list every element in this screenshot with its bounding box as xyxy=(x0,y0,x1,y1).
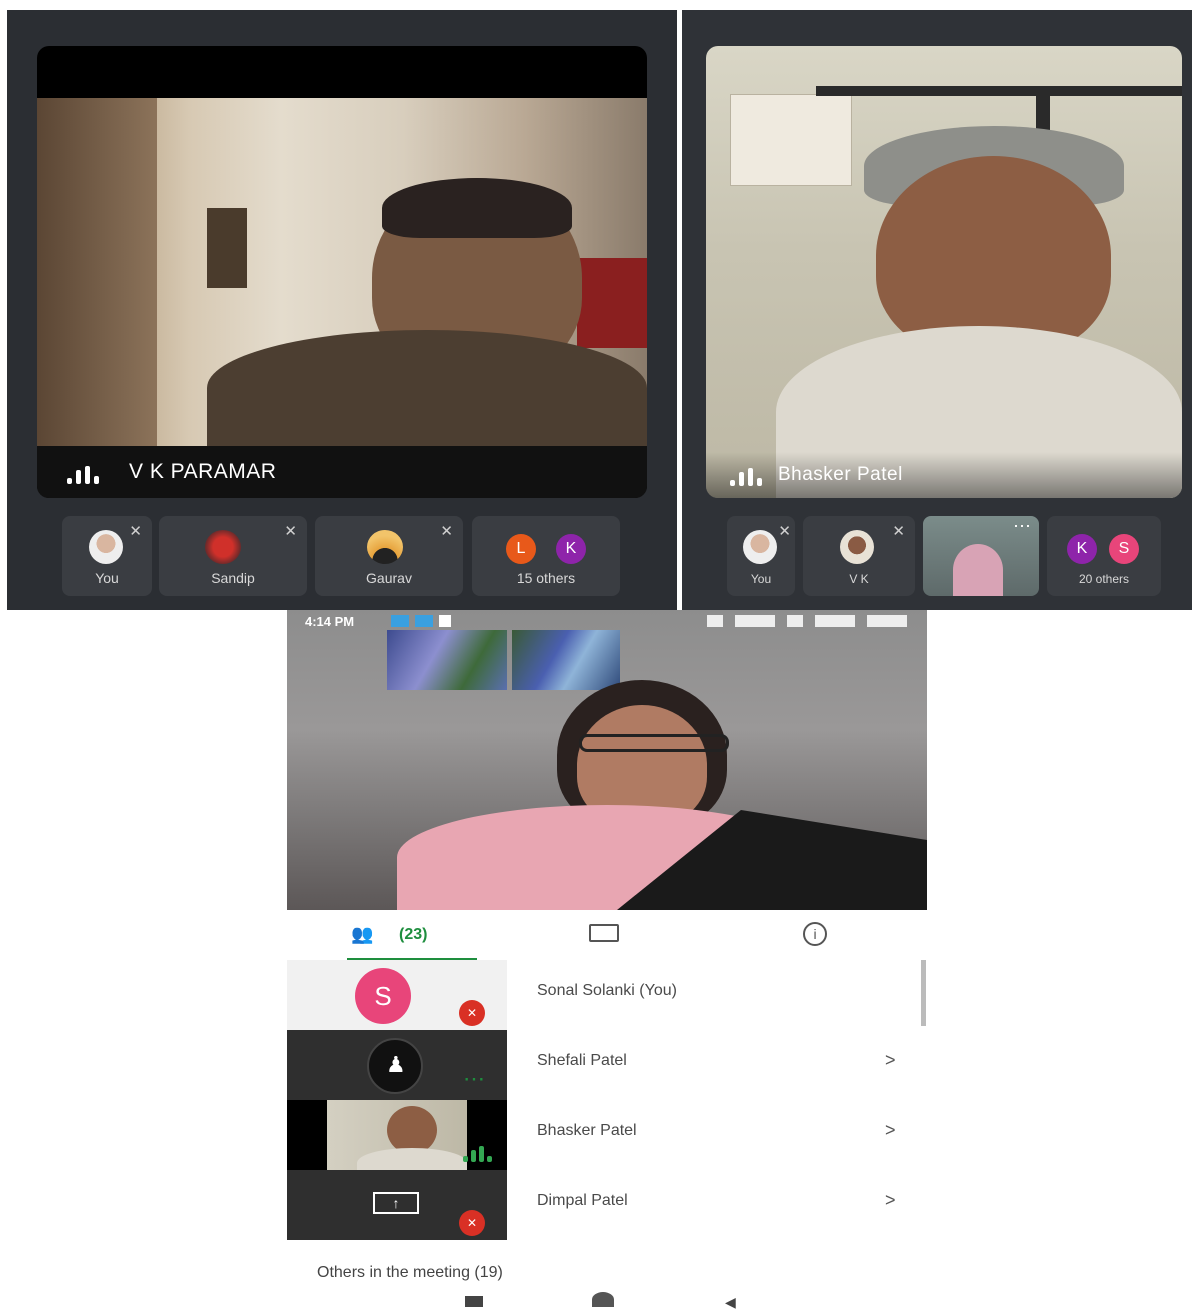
participant-thumb: ♟ ⋯ xyxy=(287,1030,507,1100)
audio-level-icon xyxy=(67,466,101,484)
speaker-video-frame xyxy=(37,98,647,446)
participant-name: Shefali Patel xyxy=(537,1052,627,1069)
participant-thumb xyxy=(287,1100,507,1170)
meeting-screenshot-left: V K PARAMAR ✕ You ✕ Sandip ✕ Gaurav L K … xyxy=(7,10,677,610)
recents-button[interactable] xyxy=(465,1296,483,1307)
mic-off-icon: ✕ xyxy=(778,523,791,540)
tile-label: You xyxy=(750,572,772,586)
wall-calendar xyxy=(730,94,852,186)
participant-tile-you[interactable]: ✕ You xyxy=(62,516,152,596)
tile-label: You xyxy=(95,570,119,586)
mic-off-icon: ✕ xyxy=(284,523,297,540)
participant-thumb: S ✕ xyxy=(287,960,507,1030)
avatar xyxy=(743,530,777,564)
status-time: 4:14 PM xyxy=(305,614,355,629)
avatar: ♟ xyxy=(367,1038,423,1094)
more-options-icon[interactable]: ⋯ xyxy=(1013,516,1031,537)
speaker-name: V K PARAMAR xyxy=(129,460,277,483)
avatar xyxy=(89,530,123,564)
list-item[interactable]: ♟ ⋯ Shefali Patel > xyxy=(287,1030,927,1100)
participant-video xyxy=(327,1100,467,1170)
mic-off-icon: ✕ xyxy=(892,523,905,540)
chevron-right-icon[interactable]: > xyxy=(885,1190,896,1211)
nav-bar: ◀ xyxy=(287,1290,927,1310)
participant-tile-sandip[interactable]: ✕ Sandip xyxy=(159,516,307,596)
more-options-icon[interactable]: ⋯ xyxy=(463,1066,485,1092)
back-button[interactable]: ◀ xyxy=(725,1294,736,1311)
avatar xyxy=(840,530,874,564)
mic-off-icon: ✕ xyxy=(459,1000,485,1026)
mic-off-icon: ✕ xyxy=(440,523,453,540)
people-count: (23) xyxy=(399,926,428,943)
avatar-chip: K xyxy=(556,534,586,564)
chat-icon xyxy=(589,924,619,942)
tile-label: 15 others xyxy=(516,570,576,586)
participant-name: Sonal Solanki (You) xyxy=(537,982,677,999)
signal-battery-icons xyxy=(707,615,907,627)
screen-share-icon: ↑ xyxy=(373,1192,419,1214)
people-icon: 👥 xyxy=(351,924,374,944)
scrollbar[interactable] xyxy=(921,960,926,1026)
meeting-screenshot-right: Bhasker Patel ✕ You ✕ V K ⋯ K S 20 other… xyxy=(682,10,1192,610)
avatar-chip: K xyxy=(1067,534,1097,564)
notification-icons xyxy=(391,615,451,627)
avatar: S xyxy=(355,968,411,1024)
avatar xyxy=(205,530,241,564)
chevron-right-icon[interactable]: > xyxy=(885,1050,896,1071)
tab-chat[interactable] xyxy=(585,922,625,948)
main-speaker-video[interactable]: Bhasker Patel xyxy=(706,46,1182,498)
avatar-chip: S xyxy=(1109,534,1139,564)
tab-bar: 👥 (23) i xyxy=(287,910,927,961)
list-item[interactable]: ↑ ✕ Dimpal Patel > xyxy=(287,1170,927,1240)
participant-tile-others[interactable]: K S 20 others xyxy=(1047,516,1161,596)
chevron-right-icon[interactable]: > xyxy=(885,1120,896,1141)
audio-level-icon xyxy=(730,468,764,486)
avatar-chip: L xyxy=(506,534,536,564)
tile-label: Gaurav xyxy=(366,570,412,586)
others-section-header: Others in the meeting (19) xyxy=(317,1264,503,1281)
participant-tile-gaurav[interactable]: ✕ Gaurav xyxy=(315,516,463,596)
participant-tile-you[interactable]: ✕ You xyxy=(727,516,795,596)
wall-painting xyxy=(512,630,620,690)
mic-off-icon: ✕ xyxy=(459,1210,485,1236)
phone-screenshot: 4:14 PM 👥 (23) i S ✕ Sonal Solanki (You)… xyxy=(287,610,927,1310)
speaker-name: Bhasker Patel xyxy=(778,464,903,485)
list-item[interactable]: S ✕ Sonal Solanki (You) xyxy=(287,960,927,1030)
home-button[interactable] xyxy=(592,1292,614,1307)
tile-label: V K xyxy=(849,572,869,586)
participant-thumb: ↑ ✕ xyxy=(287,1170,507,1240)
participant-tile-video[interactable]: ⋯ xyxy=(923,516,1039,596)
tab-people[interactable]: 👥 (23) xyxy=(347,910,477,961)
participant-tile-vk[interactable]: ✕ V K xyxy=(803,516,915,596)
phone-speaker-video[interactable]: 4:14 PM xyxy=(287,610,927,910)
mic-off-icon: ✕ xyxy=(129,523,142,540)
tab-info[interactable]: i xyxy=(801,922,837,948)
audio-level-icon xyxy=(463,1146,492,1162)
avatar xyxy=(367,530,403,564)
pin-icon: ♟ xyxy=(386,1052,406,1077)
main-speaker-video[interactable]: V K PARAMAR xyxy=(37,46,647,498)
list-item[interactable]: Bhasker Patel > xyxy=(287,1100,927,1170)
participant-name: Dimpal Patel xyxy=(537,1192,628,1209)
tile-label: 20 others xyxy=(1078,572,1130,586)
speaker-name-bar: V K PARAMAR xyxy=(37,446,647,498)
participant-tile-others[interactable]: L K 15 others xyxy=(472,516,620,596)
tile-label: Sandip xyxy=(211,570,255,586)
participant-name: Bhasker Patel xyxy=(537,1122,637,1139)
info-icon: i xyxy=(803,922,827,946)
wall-painting xyxy=(387,630,507,690)
